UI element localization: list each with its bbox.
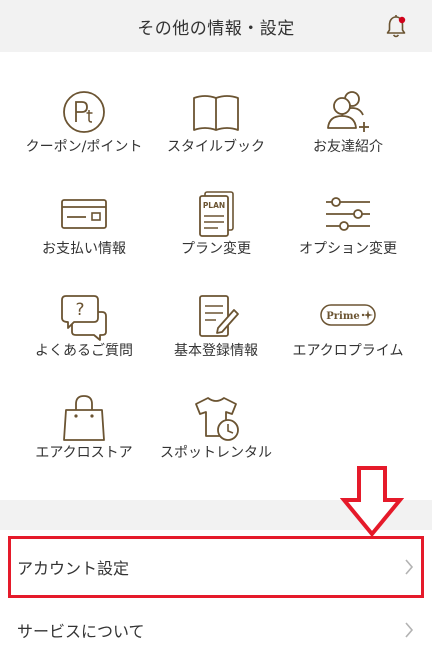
chevron-right-icon bbox=[405, 622, 414, 638]
menu-item-label: よくあるご質問 bbox=[35, 343, 133, 359]
menu-item-label: オプション変更 bbox=[299, 241, 397, 257]
account-settings-row[interactable]: アカウント設定 bbox=[0, 535, 432, 599]
row-label: サービスについて bbox=[17, 622, 145, 641]
menu-item-label: プラン変更 bbox=[181, 241, 251, 257]
down-arrow-annotation-icon bbox=[340, 466, 404, 538]
menu-item-friend-referral[interactable]: お友達紹介 bbox=[276, 52, 420, 155]
menu-item-aircloset-prime[interactable]: Prime エアクロプライム bbox=[276, 256, 420, 359]
menu-item-aircloset-store[interactable]: エアクロストア bbox=[12, 358, 156, 461]
shirt-clock-icon bbox=[195, 397, 239, 441]
add-friend-icon bbox=[327, 91, 369, 132]
menu-item-stylebook[interactable]: スタイルブック bbox=[144, 52, 288, 155]
shopping-bag-icon bbox=[63, 395, 105, 441]
menu-item-payment-info[interactable]: お支払い情報 bbox=[12, 154, 156, 257]
menu-item-label: エアクロストア bbox=[35, 445, 133, 461]
menu-item-spot-rental[interactable]: スポットレンタル bbox=[144, 358, 288, 461]
menu-item-coupon-points[interactable]: クーポン/ポイント bbox=[12, 52, 156, 155]
menu-item-label: 基本登録情報 bbox=[174, 343, 258, 359]
header-bar: その他の情報・設定 bbox=[0, 0, 432, 52]
svg-text:PLAN: PLAN bbox=[203, 201, 225, 210]
page-title: その他の情報・設定 bbox=[137, 18, 295, 39]
menu-item-label: エアクロプライム bbox=[292, 343, 404, 359]
row-label: アカウント設定 bbox=[17, 559, 130, 578]
plan-document-icon: PLAN bbox=[199, 191, 234, 237]
menu-item-plan-change[interactable]: PLAN プラン変更 bbox=[144, 154, 288, 257]
edit-document-icon bbox=[199, 295, 239, 337]
menu-item-label: スポットレンタル bbox=[160, 445, 272, 461]
menu-item-label: クーポン/ポイント bbox=[25, 139, 143, 155]
menu-item-label: お支払い情報 bbox=[42, 241, 126, 257]
bell-icon[interactable] bbox=[384, 14, 408, 40]
menu-item-option-change[interactable]: オプション変更 bbox=[276, 154, 420, 257]
menu-item-registration-info[interactable]: 基本登録情報 bbox=[144, 256, 288, 359]
menu-item-faq[interactable]: ? よくあるご質問 bbox=[12, 256, 156, 359]
menu-item-label: お友達紹介 bbox=[313, 139, 383, 155]
prime-icon: Prime bbox=[320, 304, 376, 326]
about-service-row[interactable]: サービスについて bbox=[0, 598, 432, 662]
prime-badge-text: Prime bbox=[326, 311, 360, 322]
credit-card-icon bbox=[61, 199, 107, 229]
chevron-right-icon bbox=[405, 559, 414, 575]
faq-bubble-icon: ? bbox=[61, 295, 107, 341]
sliders-icon bbox=[326, 197, 370, 231]
points-icon bbox=[63, 91, 105, 133]
svg-text:?: ? bbox=[75, 300, 84, 320]
book-icon bbox=[193, 95, 239, 131]
menu-grid: クーポン/ポイント スタイルブック お友達紹介 お支払い情報 PLAN プラン変… bbox=[0, 52, 432, 500]
menu-item-label: スタイルブック bbox=[167, 139, 265, 155]
